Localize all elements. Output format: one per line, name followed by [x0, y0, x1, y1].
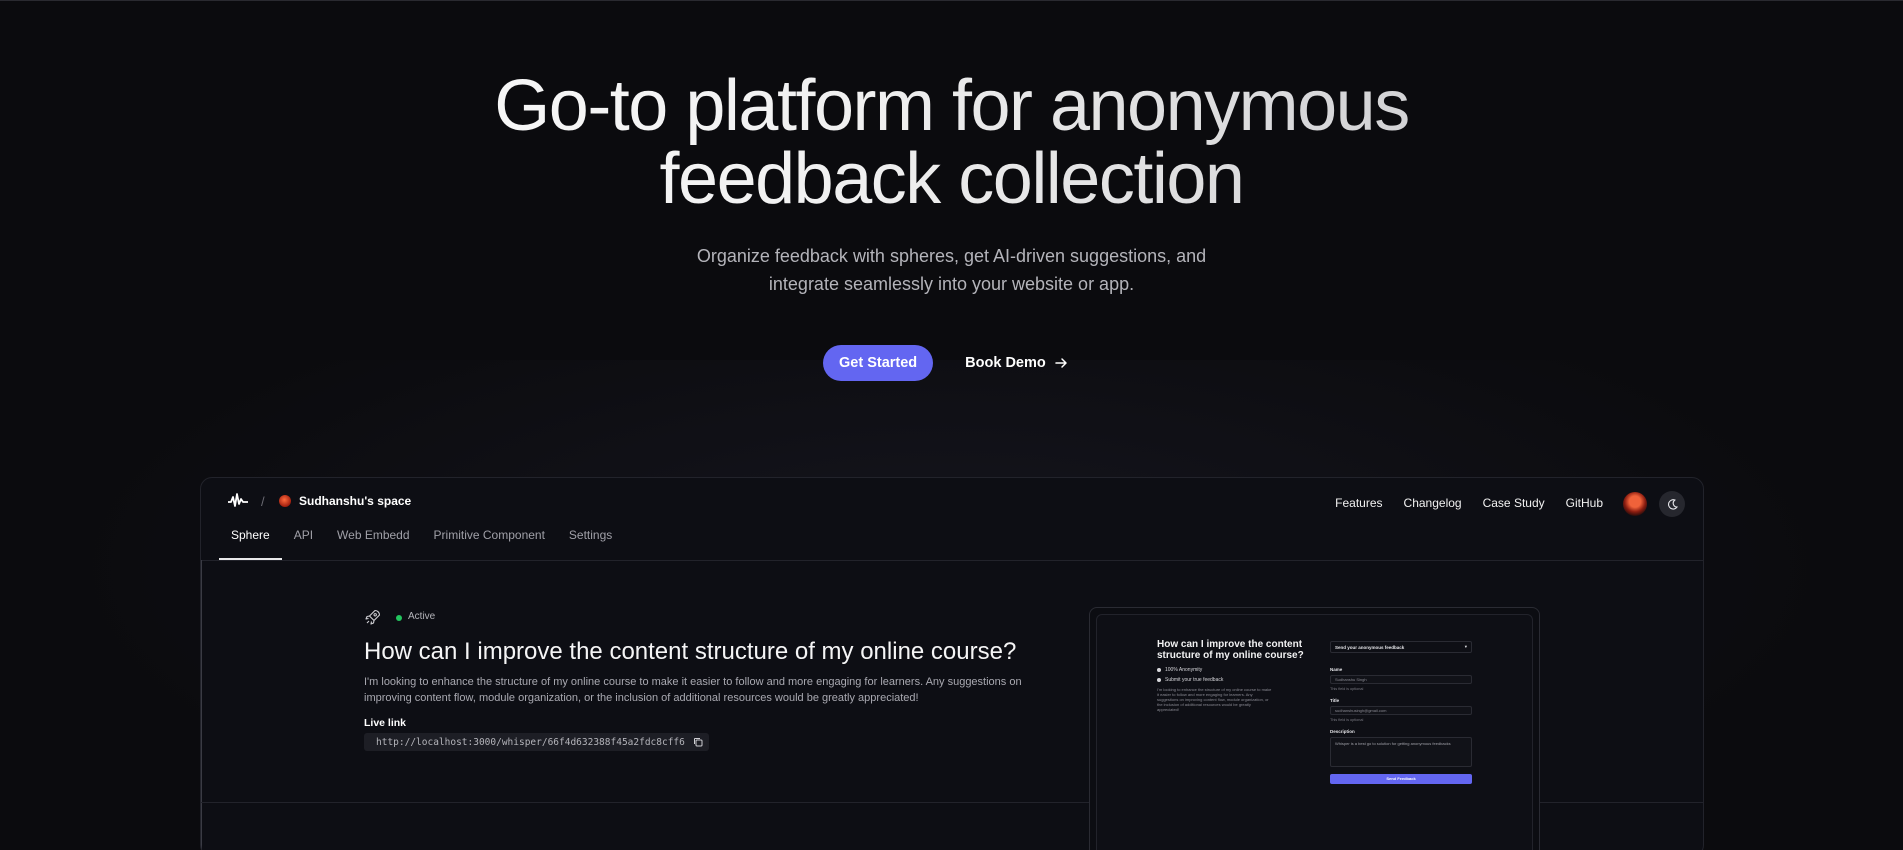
check-dot-icon — [1157, 668, 1161, 672]
sphere-description: I'm looking to enhance the structure of … — [364, 676, 1022, 704]
book-demo-label: Book Demo — [965, 355, 1046, 371]
hero-subtitle: Organize feedback with spheres, get AI-d… — [0, 242, 1903, 298]
embed-title-label: Title — [1330, 698, 1340, 703]
embed-feedback-select[interactable]: Send your anonymous feedback ▾ — [1330, 641, 1472, 653]
embed-name-hint: This field is optional — [1330, 687, 1364, 691]
embed-window: How can I improve the content structure … — [1096, 614, 1533, 850]
sphere-title: How can I improve the content structure … — [364, 638, 1017, 665]
embed-check-label-1: 100% Anonymity — [1165, 667, 1203, 673]
embed-description: I'm looking to enhance the structure of … — [1157, 687, 1272, 712]
hero-title-line-1: Go-to platform for anonymous — [494, 66, 1409, 146]
status-dot — [396, 615, 402, 621]
user-avatar[interactable] — [1623, 492, 1647, 516]
get-started-button[interactable]: Get Started — [823, 345, 934, 381]
chevron-down-icon: ▾ — [1464, 644, 1467, 649]
tab-api[interactable]: API — [282, 524, 325, 560]
hero-subtitle-line-2: integrate seamlessly into your website o… — [768, 274, 1135, 294]
tab-primitive-component[interactable]: Primitive Component — [422, 524, 557, 560]
embed-check-feedback: Submit your true feedback — [1157, 677, 1223, 683]
tab-settings[interactable]: Settings — [557, 524, 624, 560]
embed-feedback-form: Send your anonymous feedback ▾ Name Sudh… — [1330, 641, 1472, 784]
top-nav: Features Changelog Case Study GitHub — [1335, 496, 1603, 510]
top-edge-line — [0, 0, 1903, 1]
status-badge: Active — [408, 611, 436, 622]
book-demo-button[interactable]: Book Demo — [965, 345, 1068, 381]
moon-icon — [1667, 498, 1678, 510]
hero-title-line-2: feedback collection — [659, 139, 1244, 219]
embed-title: How can I improve the content structure … — [1157, 639, 1304, 661]
embed-name-input[interactable]: Sudhanshu Singh — [1330, 675, 1472, 684]
arrow-right-icon — [1055, 358, 1067, 368]
logo-icon[interactable] — [227, 492, 249, 508]
embed-preview: How can I improve the content structure … — [1089, 607, 1540, 850]
embed-description-input[interactable]: Whisper is a best go to solution for get… — [1330, 737, 1472, 767]
space-name[interactable]: Sudhanshu's space — [299, 494, 411, 508]
theme-toggle-button[interactable] — [1659, 491, 1685, 517]
embed-submit-button[interactable]: Send Feedback — [1330, 774, 1472, 784]
embed-title-input[interactable]: sudhanshusingh@gmail.com — [1330, 706, 1472, 715]
embed-name-label: Name — [1330, 667, 1343, 672]
check-dot-icon — [1157, 678, 1161, 682]
space-avatar — [279, 495, 291, 507]
live-link-field[interactable]: http://localhost:3000/whisper/66f4d63238… — [364, 733, 709, 751]
live-link-url: http://localhost:3000/whisper/66f4d63238… — [376, 736, 685, 748]
preview-topbar: / Sudhanshu's space Features Changelog C… — [201, 478, 1703, 524]
tabs-divider — [201, 560, 1703, 561]
dashboard-preview: / Sudhanshu's space Features Changelog C… — [200, 477, 1704, 850]
live-link-label: Live link — [364, 717, 407, 729]
cta-row: Get Started Book Demo — [823, 345, 1068, 381]
embed-check-label-2: Submit your true feedback — [1165, 677, 1224, 683]
embed-title-hint: This field is optional — [1330, 718, 1364, 722]
rocket-icon — [365, 609, 381, 625]
nav-case-study[interactable]: Case Study — [1483, 496, 1545, 510]
tab-web-embedd[interactable]: Web Embedd — [325, 524, 422, 560]
preview-tabs: Sphere API Web Embedd Primitive Componen… — [219, 524, 624, 560]
hero-subtitle-line-1: Organize feedback with spheres, get AI-d… — [696, 246, 1207, 266]
breadcrumb-separator: / — [261, 494, 265, 509]
nav-github[interactable]: GitHub — [1566, 496, 1603, 510]
left-rule — [201, 560, 202, 850]
tab-sphere[interactable]: Sphere — [219, 524, 282, 560]
embed-description-label: Description — [1330, 729, 1355, 734]
embed-check-anonymity: 100% Anonymity — [1157, 667, 1202, 673]
copy-icon[interactable] — [693, 737, 703, 747]
nav-features[interactable]: Features — [1335, 496, 1382, 510]
hero-title: Go-to platform for anonymous feedback co… — [0, 70, 1903, 216]
embed-select-label: Send your anonymous feedback — [1335, 644, 1405, 650]
nav-changelog[interactable]: Changelog — [1404, 496, 1462, 510]
